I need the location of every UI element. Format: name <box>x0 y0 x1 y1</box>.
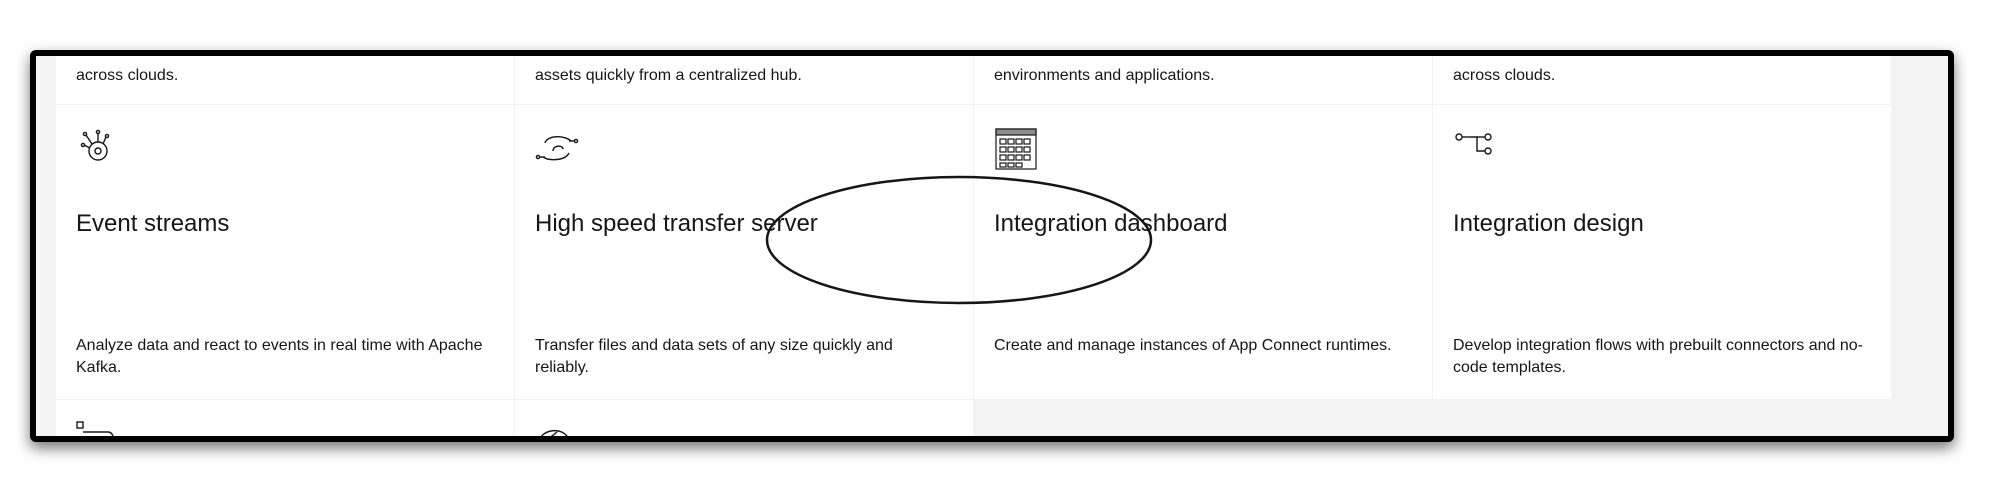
event-streams-icon <box>80 129 110 161</box>
tile-description: Transfer files and data sets of any size… <box>535 337 893 376</box>
catalog-tile-partial[interactable]: assets quickly from a centralized hub. <box>515 56 973 104</box>
gauge-partial-icon <box>541 430 568 436</box>
empty-grid-area <box>1433 400 1891 436</box>
catalog-tile-partial[interactable]: across clouds. <box>1433 56 1891 104</box>
tile-description: Develop integration flows with prebuilt … <box>1453 337 1864 376</box>
tile-description: environments and applications. <box>994 67 1215 84</box>
catalog-tile-partial[interactable]: across clouds. <box>56 56 514 104</box>
empty-grid-area <box>974 400 1432 436</box>
catalog-grid: across clouds. assets quickly from a cen… <box>56 56 1891 436</box>
catalog-tile-partial[interactable] <box>515 400 973 436</box>
connector-partial-icon <box>76 421 114 436</box>
tile-description: Create and manage instances of App Conne… <box>994 337 1392 354</box>
tile-description: across clouds. <box>1453 67 1556 84</box>
screenshot-frame: across clouds. assets quickly from a cen… <box>30 50 1954 442</box>
tile-title: Integration dashboard <box>994 210 1228 237</box>
tile-integration-dashboard[interactable]: Integration dashboard Create and manage … <box>974 105 1432 399</box>
tile-description: Analyze data and react to events in real… <box>76 337 483 376</box>
tile-integration-design[interactable]: Integration design Develop integration f… <box>1433 105 1891 399</box>
high-speed-transfer-icon <box>535 136 579 161</box>
tile-title: High speed transfer server <box>535 210 818 237</box>
tile-event-streams[interactable]: Event streams Analyze data and react to … <box>56 105 514 399</box>
catalog-tile-partial[interactable]: environments and applications. <box>974 56 1432 104</box>
tile-title: Integration design <box>1453 210 1644 237</box>
tile-title: Event streams <box>76 210 230 237</box>
tile-description: assets quickly from a centralized hub. <box>535 67 802 84</box>
tile-high-speed-transfer-server[interactable]: High speed transfer server Transfer file… <box>515 105 973 399</box>
dashboard-grid-icon <box>995 128 1037 170</box>
catalog-tile-partial[interactable] <box>56 400 514 436</box>
tile-description: across clouds. <box>76 67 179 84</box>
flow-connector-icon <box>1455 133 1492 155</box>
